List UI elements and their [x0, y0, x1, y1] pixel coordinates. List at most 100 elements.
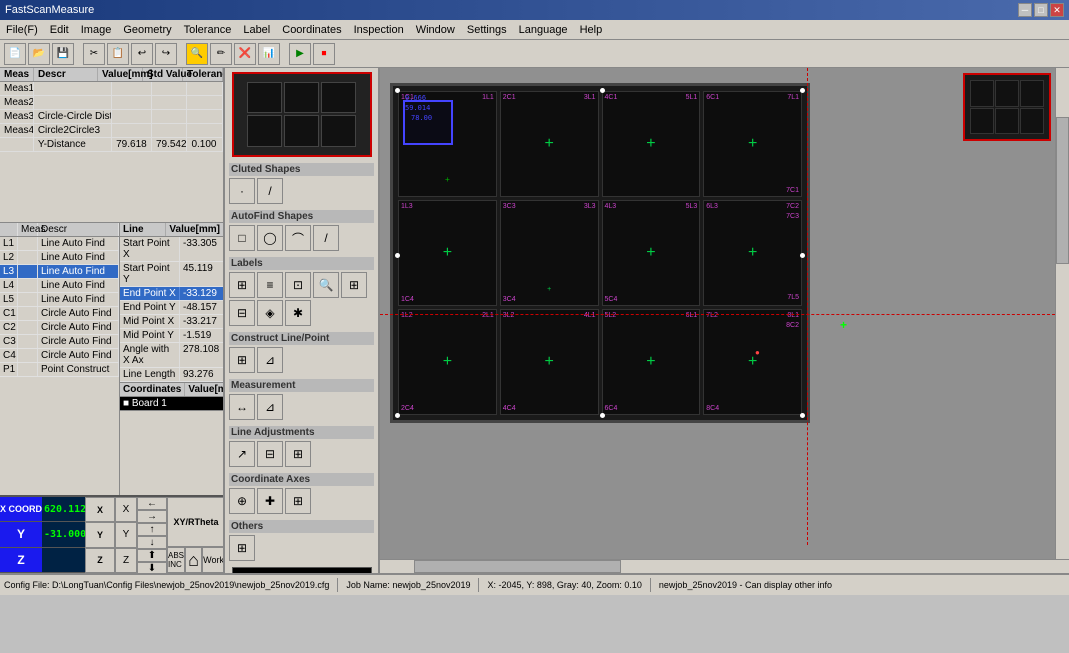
v-scroll-thumb[interactable]	[1056, 117, 1069, 264]
x-btn[interactable]: X	[85, 497, 115, 522]
tb-redo[interactable]: ↪	[155, 43, 177, 65]
menu-geometry[interactable]: Geometry	[117, 22, 177, 38]
menu-label[interactable]: Label	[237, 22, 276, 38]
prop-row-2[interactable]: Start Point Y 45.119	[120, 262, 223, 287]
lb-btn1[interactable]: ⊞	[229, 272, 255, 298]
ca-btn1[interactable]: ⊕	[229, 488, 255, 514]
home-btn[interactable]: ⌂	[185, 547, 202, 573]
work-btn[interactable]: Work	[202, 547, 225, 573]
arrow-down[interactable]: ↓	[137, 536, 167, 549]
h-scroll-thumb[interactable]	[414, 560, 621, 573]
menu-file[interactable]: File(F)	[0, 22, 44, 38]
minimize-button[interactable]: ─	[1018, 3, 1032, 17]
lb-btn7[interactable]: ◈	[257, 300, 283, 326]
feature-L3[interactable]: L3 Line Auto Find	[0, 265, 119, 279]
tb-open[interactable]: 📂	[28, 43, 50, 65]
af-btn2[interactable]: ◯	[257, 225, 283, 251]
menu-tolerance[interactable]: Tolerance	[178, 22, 238, 38]
af-btn4[interactable]: /	[313, 225, 339, 251]
feature-L2[interactable]: L2 Line Auto Find	[0, 251, 119, 265]
arrow-pgup[interactable]: ⬆	[137, 549, 167, 562]
menu-language[interactable]: Language	[513, 22, 574, 38]
cl-btn1[interactable]: ⊞	[229, 347, 255, 373]
ms-btn2[interactable]: ⊿	[257, 394, 283, 420]
ot-btn1[interactable]: ⊞	[229, 535, 255, 561]
menu-settings[interactable]: Settings	[461, 22, 513, 38]
feature-L1[interactable]: L1 Line Auto Find	[0, 237, 119, 251]
prop-row-7[interactable]: Angle with X Ax 278.108	[120, 343, 223, 368]
la-btn2[interactable]: ⊟	[257, 441, 283, 467]
abs-btn[interactable]: ABSINC	[167, 547, 185, 573]
tb-save[interactable]: 💾	[52, 43, 74, 65]
ca-btn3[interactable]: ⊞	[285, 488, 311, 514]
la-btn1[interactable]: ↗	[229, 441, 255, 467]
cl-btn2[interactable]: ⊿	[257, 347, 283, 373]
h-scrollbar[interactable]	[380, 559, 1069, 573]
ms-btn1[interactable]: ↔	[229, 394, 255, 420]
tb-undo[interactable]: ↩	[131, 43, 153, 65]
tb-delete[interactable]: ❌	[234, 43, 256, 65]
y-btn[interactable]: Y	[85, 522, 115, 547]
menu-edit[interactable]: Edit	[44, 22, 75, 38]
z-goto-btn[interactable]: Z	[115, 548, 137, 573]
arrow-right[interactable]: →	[137, 510, 167, 523]
cs-btn2[interactable]: /	[257, 178, 283, 204]
af-btn1[interactable]: □	[229, 225, 255, 251]
arrow-up[interactable]: ↑	[137, 523, 167, 536]
prop-row-6[interactable]: Mid Point Y -1.519	[120, 329, 223, 343]
z-btn[interactable]: Z	[85, 548, 115, 573]
tb-search[interactable]: 🔍	[186, 43, 208, 65]
close-button[interactable]: ✕	[1050, 3, 1064, 17]
v-scrollbar[interactable]	[1055, 68, 1069, 559]
feature-C4[interactable]: C4 Circle Auto Find	[0, 349, 119, 363]
x-goto-btn[interactable]: X	[115, 497, 137, 522]
feature-P1[interactable]: P1 Point Construct	[0, 363, 119, 377]
menu-window[interactable]: Window	[410, 22, 461, 38]
feature-C2[interactable]: C2 Circle Auto Find	[0, 321, 119, 335]
meas-row-ydist[interactable]: Y-Distance 79.618 79.542 0.100	[0, 138, 223, 152]
prop-row-4[interactable]: End Point Y -48.157	[120, 301, 223, 315]
maximize-button[interactable]: □	[1034, 3, 1048, 17]
tb-new[interactable]: 📄	[4, 43, 26, 65]
feature-L4[interactable]: L4 Line Auto Find	[0, 279, 119, 293]
menu-image[interactable]: Image	[75, 22, 118, 38]
tb-run[interactable]: ▶	[289, 43, 311, 65]
tb-stop[interactable]: ⏹	[313, 43, 335, 65]
lb-btn8[interactable]: ✱	[285, 300, 311, 326]
prop-row-1[interactable]: Start Point X -33.305	[120, 237, 223, 262]
meas-row-1[interactable]: Meas1	[0, 82, 223, 96]
af-btn3[interactable]: ⌒	[285, 225, 311, 251]
meas-row-4[interactable]: Meas4 Circle2Circle3	[0, 124, 223, 138]
arrow-left[interactable]: ←	[137, 497, 167, 510]
prop-row-5[interactable]: Mid Point X -33.217	[120, 315, 223, 329]
lb-btn3[interactable]: ⊡	[285, 272, 311, 298]
lb-btn6[interactable]: ⊟	[229, 300, 255, 326]
canvas-viewport[interactable]: 1C1 1L1 0.666 59.014 78.00 + 2C1 3L1	[380, 68, 1069, 559]
xy-rtheta-label[interactable]: XY/RTheta	[167, 497, 225, 547]
cs-btn1[interactable]: ·	[229, 178, 255, 204]
tb-cut[interactable]: ✂	[83, 43, 105, 65]
prop-row-8[interactable]: Line Length 93.276	[120, 368, 223, 382]
y-goto-btn[interactable]: Y	[115, 522, 137, 547]
tb-chart[interactable]: 📊	[258, 43, 280, 65]
lb-btn2[interactable]: ≡	[257, 272, 283, 298]
feature-C3[interactable]: C3 Circle Auto Find	[0, 335, 119, 349]
tb-copy[interactable]: 📋	[107, 43, 129, 65]
meas-row-2[interactable]: Meas2	[0, 96, 223, 110]
prop-row-3[interactable]: End Point X -33.129	[120, 287, 223, 301]
ca-btn2[interactable]: ✚	[257, 488, 283, 514]
lb-btn5[interactable]: ⊞	[341, 272, 367, 298]
arrow-pgdn[interactable]: ⬇	[137, 562, 167, 573]
pcb-cell-r0c3: 6C1 7L1 7C1 +	[703, 91, 802, 197]
feature-L5[interactable]: L5 Line Auto Find	[0, 293, 119, 307]
coord-row-board1[interactable]: ■ Board 1	[120, 397, 223, 410]
menu-help[interactable]: Help	[574, 22, 609, 38]
lb-btn4[interactable]: 🔍	[313, 272, 339, 298]
menu-inspection[interactable]: Inspection	[348, 22, 410, 38]
meas-row-3[interactable]: Meas3 Circle-Circle Dist	[0, 110, 223, 124]
la-btn3[interactable]: ⊞	[285, 441, 311, 467]
menu-coordinates[interactable]: Coordinates	[276, 22, 347, 38]
tb-draw[interactable]: ✏	[210, 43, 232, 65]
ydist-descr: Y-Distance	[34, 138, 112, 151]
feature-C1[interactable]: C1 Circle Auto Find	[0, 307, 119, 321]
